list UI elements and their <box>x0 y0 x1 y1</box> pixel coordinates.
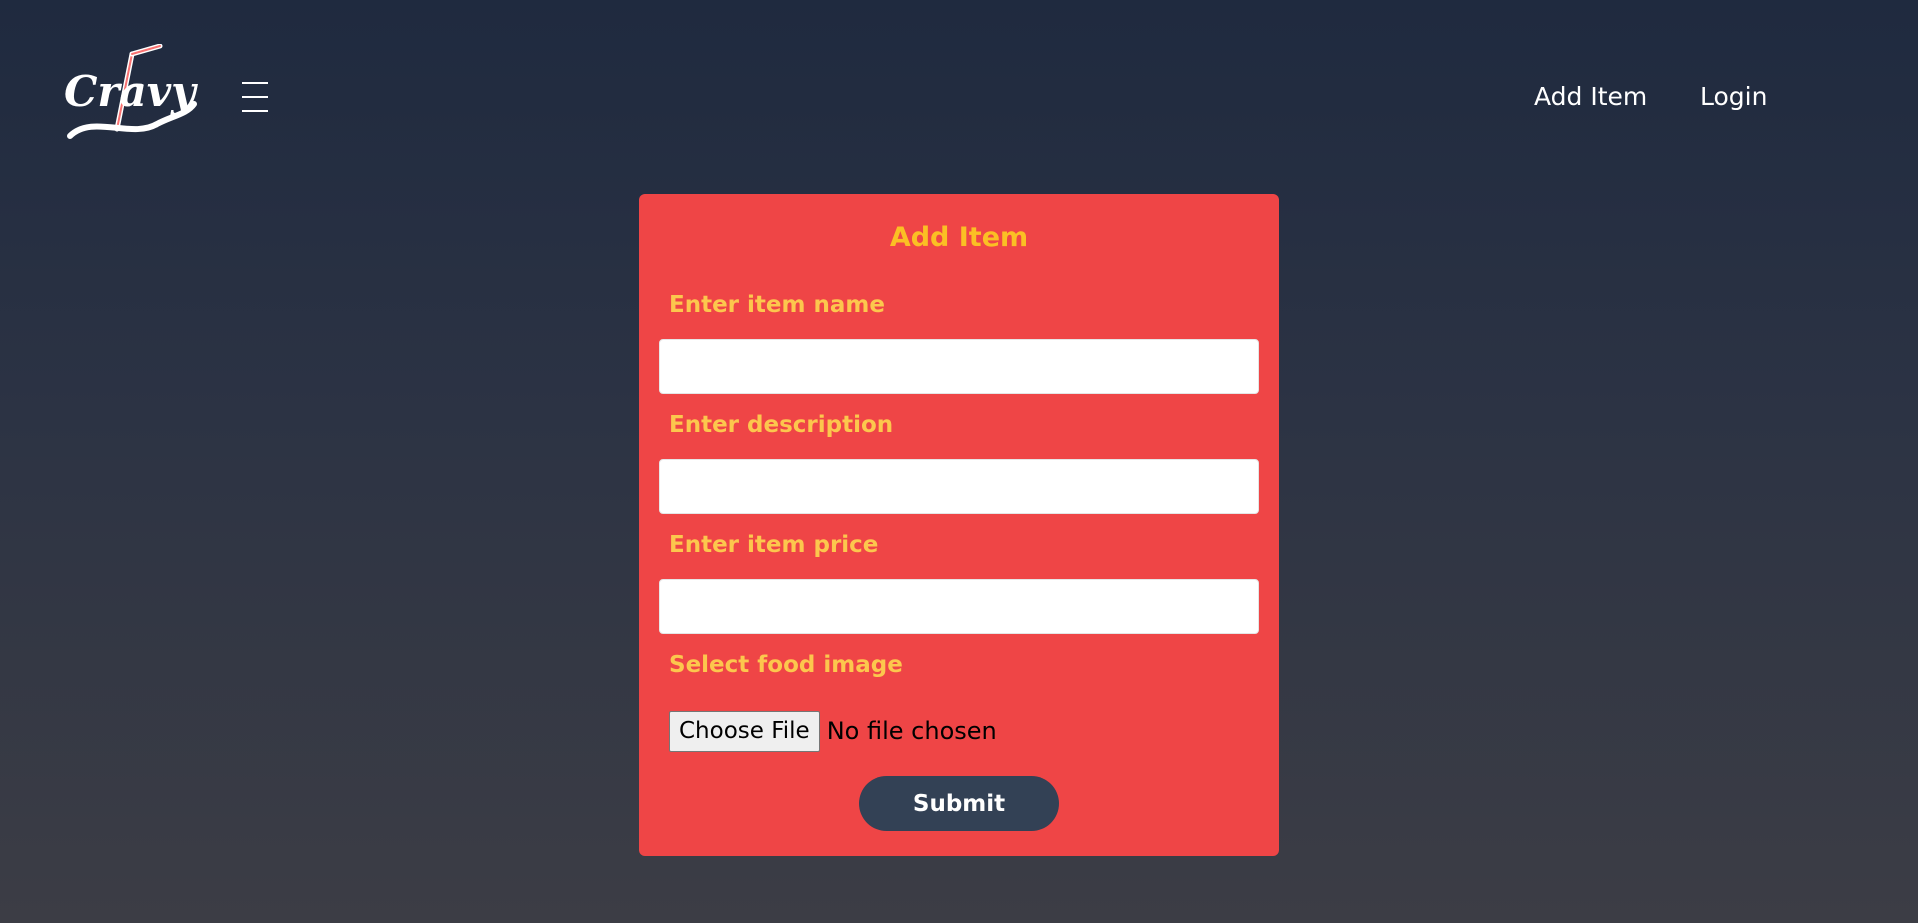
navbar: Cravy Add Item Login <box>0 0 1918 190</box>
hamburger-line <box>242 82 268 84</box>
add-item-form: Add Item Enter item name Enter descripti… <box>639 194 1279 856</box>
nav-login-link[interactable]: Login <box>1700 80 1767 114</box>
food-image-label: Select food image <box>669 652 903 678</box>
item-name-label: Enter item name <box>669 292 885 318</box>
hamburger-line <box>242 96 268 98</box>
form-title: Add Item <box>889 222 1029 253</box>
hamburger-line <box>242 110 268 112</box>
choose-file-button[interactable]: Choose File <box>669 710 820 752</box>
description-label: Enter description <box>669 412 894 438</box>
file-input[interactable]: Choose File No file chosen <box>669 710 997 752</box>
item-price-label: Enter item price <box>669 532 879 558</box>
description-input[interactable] <box>659 459 1259 514</box>
cravy-logo[interactable]: Cravy <box>62 43 200 144</box>
item-price-input[interactable] <box>659 579 1259 634</box>
logo-text: Cravy <box>64 67 198 116</box>
item-name-input[interactable] <box>659 339 1259 394</box>
file-status-text: No file chosen <box>826 717 997 745</box>
hamburger-icon[interactable] <box>242 80 268 116</box>
nav-add-item-link[interactable]: Add Item <box>1534 80 1647 114</box>
logo-graphic: Cravy <box>64 43 198 139</box>
submit-button[interactable]: Submit <box>859 776 1059 831</box>
